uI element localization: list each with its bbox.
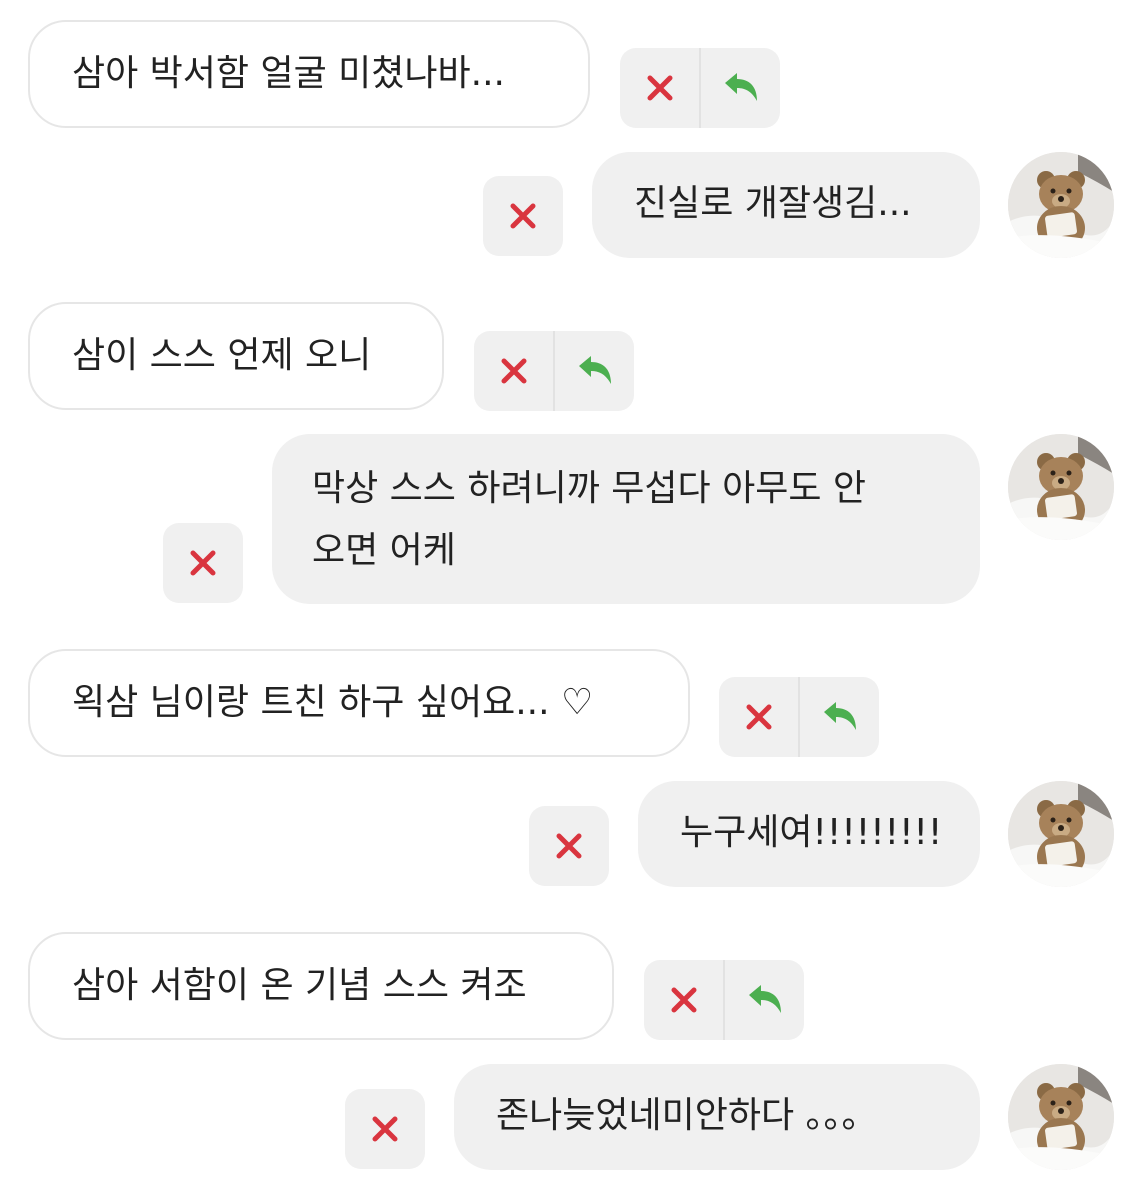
- close-x-icon: [190, 550, 216, 576]
- delete-button[interactable]: [644, 960, 723, 1040]
- reply-button[interactable]: [723, 960, 804, 1040]
- teddy-bear-avatar: [1008, 1064, 1114, 1170]
- message-actions: [719, 677, 879, 757]
- delete-button[interactable]: [529, 806, 609, 886]
- delete-button[interactable]: [620, 48, 699, 128]
- close-x-icon: [556, 833, 582, 859]
- delete-button[interactable]: [474, 331, 553, 411]
- user-avatar[interactable]: [1008, 152, 1114, 258]
- message-actions: [345, 1089, 425, 1169]
- message-text: 삼이 스스 언제 오니: [72, 335, 372, 376]
- message-actions: [474, 331, 634, 411]
- outgoing-message-bubble: 막상 스스 하려니까 무섭다 아무도 안 오면 어케: [272, 434, 980, 604]
- message-actions: [644, 960, 804, 1040]
- message-actions: [529, 806, 609, 886]
- message-actions: [163, 523, 243, 603]
- incoming-message-bubble: 삼이 스스 언제 오니: [28, 302, 444, 410]
- incoming-message-bubble: 왹삼 님이랑 트친 하구 싶어요... ♡: [28, 649, 690, 757]
- user-avatar[interactable]: [1008, 781, 1114, 887]
- user-avatar[interactable]: [1008, 1064, 1114, 1170]
- outgoing-message-bubble: 진실로 개잘생김...: [592, 152, 980, 258]
- outgoing-message-bubble: 존나늦었네미안하다 。。。: [454, 1064, 980, 1170]
- reply-arrow-icon: [578, 356, 611, 384]
- outgoing-message-bubble: 누구세여!!!!!!!!!: [638, 781, 980, 887]
- message-text: 진실로 개잘생김...: [634, 183, 912, 224]
- close-x-icon: [501, 358, 526, 384]
- close-x-icon: [647, 75, 672, 101]
- teddy-bear-avatar: [1008, 781, 1114, 887]
- delete-button[interactable]: [163, 523, 243, 603]
- delete-button[interactable]: [719, 677, 798, 757]
- reply-arrow-icon: [748, 985, 781, 1013]
- incoming-message-bubble: 삼아 서함이 온 기념 스스 켜조: [28, 932, 614, 1040]
- reply-button[interactable]: [553, 331, 634, 411]
- message-text-line: 오면 어케: [312, 530, 456, 571]
- close-x-icon: [510, 203, 536, 229]
- message-text: 존나늦었네미안하다 。。。: [496, 1095, 878, 1136]
- message-text: 누구세여!!!!!!!!!: [680, 812, 943, 853]
- delete-button[interactable]: [345, 1089, 425, 1169]
- reply-button[interactable]: [699, 48, 780, 128]
- teddy-bear-avatar: [1008, 152, 1114, 258]
- close-x-icon: [746, 704, 771, 730]
- message-text-line: 막상 스스 하려니까 무섭다 아무도 안: [312, 468, 867, 509]
- message-text: 삼아 서함이 온 기념 스스 켜조: [72, 965, 527, 1006]
- reply-arrow-icon: [823, 702, 856, 730]
- teddy-bear-avatar: [1008, 434, 1114, 540]
- delete-button[interactable]: [483, 176, 563, 256]
- message-text: 삼아 박서함 얼굴 미쳤나바...: [72, 53, 505, 94]
- close-x-icon: [671, 987, 696, 1013]
- message-actions: [620, 48, 780, 128]
- incoming-message-bubble: 삼아 박서함 얼굴 미쳤나바...: [28, 20, 590, 128]
- message-actions: [483, 176, 563, 256]
- reply-button[interactable]: [798, 677, 879, 757]
- close-x-icon: [372, 1116, 398, 1142]
- message-text: 왹삼 님이랑 트친 하구 싶어요... ♡: [72, 682, 594, 723]
- user-avatar[interactable]: [1008, 434, 1114, 540]
- reply-arrow-icon: [724, 73, 757, 101]
